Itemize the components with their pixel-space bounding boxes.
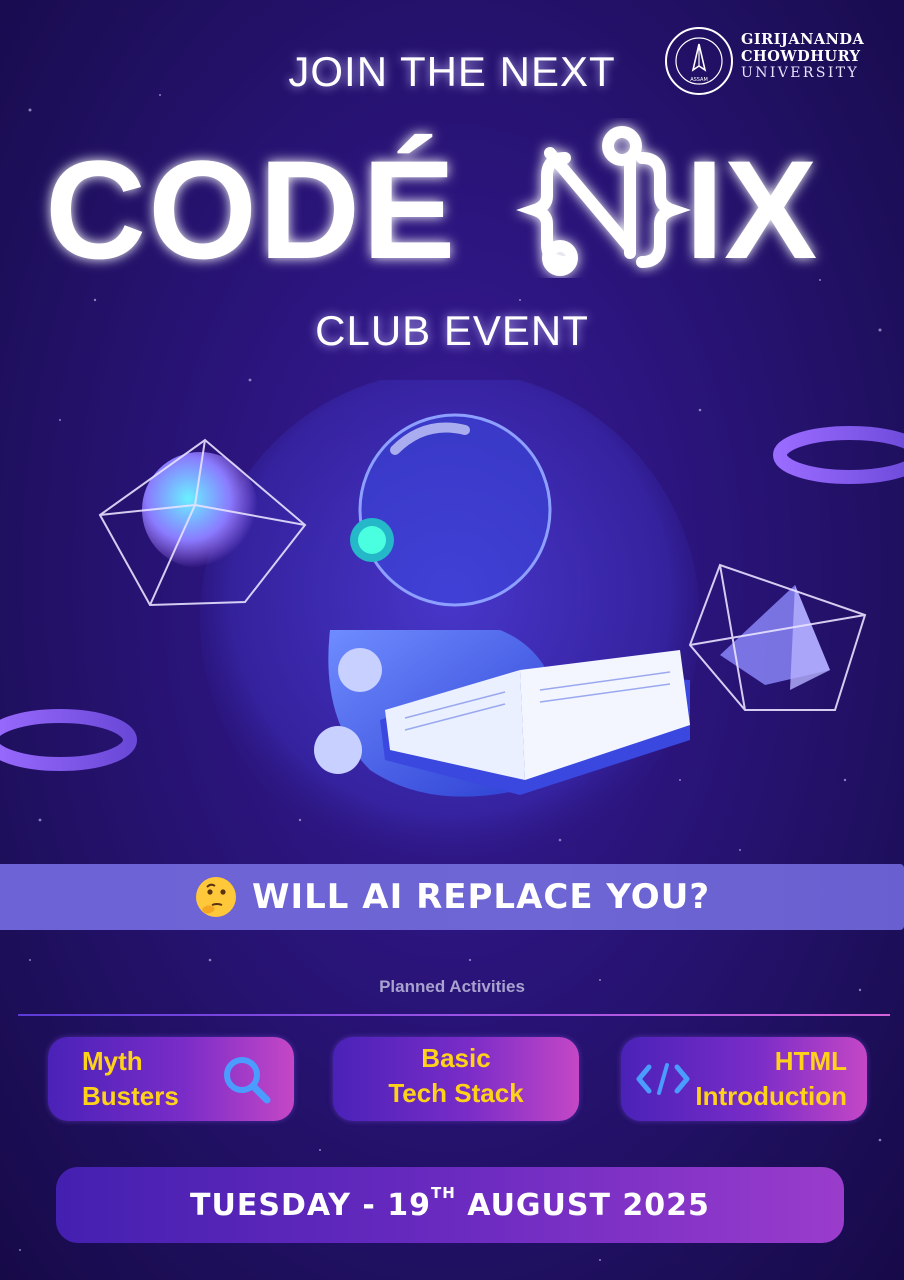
activity-label: Basic Tech Stack [333, 1041, 579, 1111]
question-text: WILL AI REPLACE YOU? [251, 877, 711, 917]
club-event-heading: CLUB EVENT [315, 307, 589, 354]
university-line1: GIRIJANANDA [741, 31, 865, 48]
activity-line2: Busters [82, 1081, 179, 1111]
codenix-wordmark: CODÉ IX [45, 126, 817, 278]
activity-label: HTML Introduction [695, 1044, 847, 1114]
astronaut-reading-illustration [0, 380, 904, 860]
activity-line2: Tech Stack [388, 1078, 524, 1108]
divider [18, 1014, 890, 1016]
university-seal-icon: ASSAM [665, 27, 733, 95]
activity-line1: Myth [82, 1046, 143, 1076]
seal-bottom-text: ASSAM [690, 77, 708, 83]
brand-part-code: CODÉ [45, 131, 457, 278]
activity-line2: Introduction [695, 1081, 847, 1111]
university-line3: UNIVERSITY [741, 65, 860, 81]
university-name: GIRIJANANDA CHOWDHURY UNIVERSITY [741, 31, 891, 82]
date-prefix: TUESDAY - 19 [190, 1187, 432, 1223]
activity-card-basic-tech-stack: Basic Tech Stack [333, 1037, 579, 1121]
date-suffix: AUGUST 2025 [455, 1187, 710, 1223]
floating-ring-left [0, 709, 137, 771]
event-date-banner: TUESDAY - 19TH AUGUST 2025 [56, 1167, 844, 1243]
code-icon [636, 1063, 690, 1095]
activity-label: Myth Busters [82, 1044, 179, 1114]
magnifier-icon [224, 1057, 271, 1104]
brand-part-ix: IX [685, 131, 817, 278]
question-banner: WILL AI REPLACE YOU? [0, 864, 904, 930]
planned-activities-heading: Planned Activities [379, 977, 525, 996]
university-line2: CHOWDHURY [741, 48, 861, 65]
activity-line1: HTML [774, 1046, 847, 1076]
date-ordinal: TH [431, 1183, 456, 1202]
activity-card-html-introduction: HTML Introduction [621, 1037, 867, 1121]
floating-ring-right [773, 426, 904, 484]
activity-line1: Basic [421, 1043, 491, 1073]
event-date: TUESDAY - 19TH AUGUST 2025 [190, 1184, 710, 1223]
wireframe-cube-right-icon [688, 563, 867, 711]
thinking-face-emoji-icon [195, 877, 236, 917]
activity-card-myth-busters: Myth Busters [48, 1037, 294, 1121]
